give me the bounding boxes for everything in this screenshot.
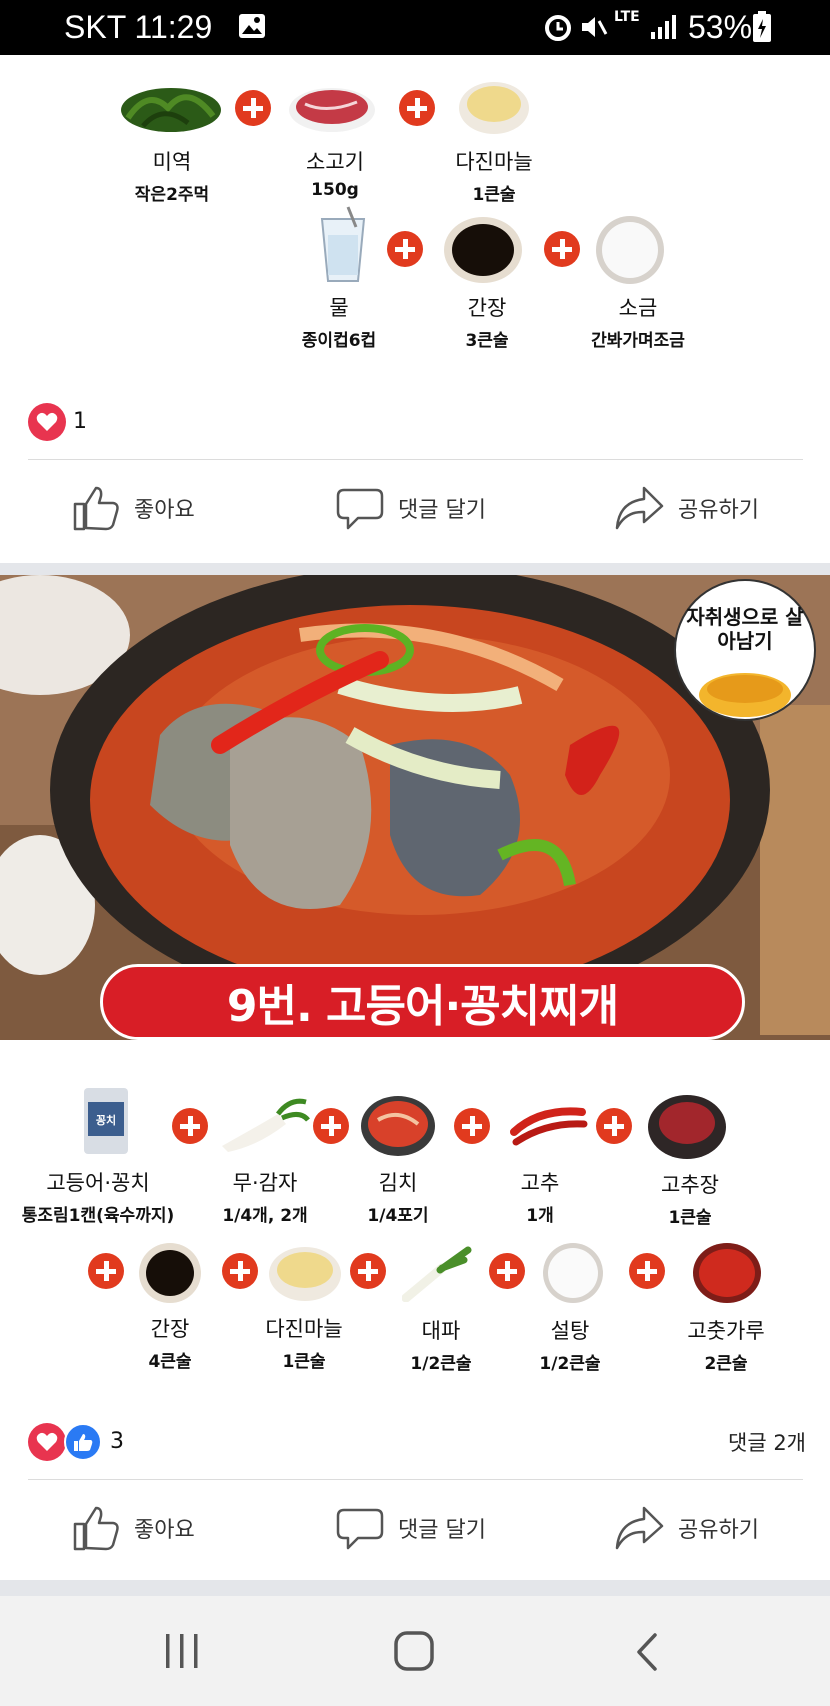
salt-image	[596, 216, 664, 284]
battery-percent: 53%	[688, 9, 753, 45]
divider	[28, 1479, 803, 1480]
ingredient-name: 소고기	[306, 150, 364, 174]
seaweed-image	[121, 88, 221, 132]
ingredient-amount: 작은2주먹	[134, 185, 210, 205]
soy-sauce-image	[139, 1243, 201, 1303]
reaction-count[interactable]: 3	[110, 1429, 124, 1454]
plus-icon	[350, 1253, 386, 1289]
garlic-bowl-image	[459, 82, 529, 134]
back-icon[interactable]	[633, 1632, 661, 1672]
water-glass-image	[320, 206, 366, 282]
beef-image	[289, 88, 375, 132]
plus-icon	[544, 231, 580, 267]
comment-icon	[336, 1508, 384, 1550]
stew-photo[interactable]: 자취생으로 살아남기 9번. 고등어·꽁치찌개	[0, 575, 830, 1040]
ingredient-salt: 소금간봐가며조금	[548, 292, 728, 351]
plus-icon	[629, 1253, 665, 1289]
love-reaction-icon[interactable]	[28, 403, 66, 441]
ingredient-name: 다진마늘	[455, 150, 533, 174]
ingredient-amount: 2큰술	[704, 1354, 748, 1374]
battery-icon	[753, 11, 771, 42]
comment-button[interactable]: 댓글 달기	[336, 478, 486, 538]
plus-icon	[235, 90, 271, 126]
ingredient-sugar: 설탕 1/2큰술	[480, 1315, 660, 1374]
love-reaction-icon[interactable]	[28, 1423, 66, 1461]
mute-icon	[582, 17, 608, 37]
ingredient-canned-fish: 고등어·꽁치통조림1캔(육수까지)	[0, 1167, 198, 1226]
network-type: LTE	[614, 9, 640, 25]
ingredient-gochujang: 고추장 1큰술	[600, 1169, 780, 1228]
status-bar: SKT 11:29 LTE 53%	[0, 0, 830, 55]
comment-label: 댓글 달기	[398, 498, 486, 523]
green-onion-image	[402, 1246, 472, 1302]
like-button[interactable]: 좋아요	[72, 1498, 195, 1558]
chili-pepper-image	[510, 1107, 588, 1146]
recent-apps-icon[interactable]	[162, 1632, 202, 1670]
ingredient-amount: 1큰술	[472, 185, 516, 205]
sugar-image	[543, 1243, 603, 1303]
radish-image	[222, 1098, 310, 1152]
chili-powder-image	[693, 1243, 761, 1303]
thumbs-up-icon	[73, 486, 119, 531]
ingredient-chili-powder: 고춧가루 2큰술	[636, 1315, 816, 1374]
comment-label: 댓글 달기	[398, 1518, 486, 1543]
plus-icon	[596, 1108, 632, 1144]
alarm-icon	[545, 15, 571, 41]
ingredient-name: 설탕	[550, 1319, 590, 1343]
like-button[interactable]: 좋아요	[72, 478, 195, 538]
plus-icon	[88, 1253, 124, 1289]
soy-sauce-image	[444, 217, 522, 283]
thumbs-up-icon	[73, 1506, 119, 1551]
ingredient-amount: 150g	[311, 180, 359, 200]
comment-count[interactable]: 댓글 2개	[690, 1427, 806, 1457]
ingredient-seaweed: 미역작은2주먹	[82, 146, 262, 205]
plus-icon	[172, 1108, 208, 1144]
ingredient-name: 고등어·꽁치	[46, 1171, 150, 1195]
reaction-count[interactable]: 1	[73, 409, 87, 434]
divider	[28, 459, 803, 460]
plus-icon	[489, 1253, 525, 1289]
ingredient-garlic: 다진마늘 1큰술	[404, 146, 584, 205]
gochujang-image	[648, 1095, 726, 1159]
share-button[interactable]: 공유하기	[614, 478, 759, 538]
ingredient-amount: 1/2큰술	[539, 1354, 601, 1374]
like-reaction-icon[interactable]	[64, 1423, 102, 1461]
ingredient-amount: 간봐가며조금	[591, 331, 685, 351]
ingredient-name: 미역	[152, 150, 192, 174]
signal-icon	[651, 15, 676, 39]
home-icon[interactable]	[393, 1630, 435, 1672]
share-icon	[615, 486, 664, 530]
comment-icon	[336, 488, 384, 530]
plus-icon	[313, 1108, 349, 1144]
plus-icon	[387, 231, 423, 267]
share-label: 공유하기	[678, 498, 759, 523]
ingredient-beef: 소고기 150g	[245, 146, 425, 200]
ingredient-amount: 1큰술	[668, 1208, 712, 1228]
ingredient-name: 고춧가루	[687, 1319, 765, 1343]
share-label: 공유하기	[678, 1518, 759, 1543]
comment-button[interactable]: 댓글 달기	[336, 1498, 486, 1558]
like-label: 좋아요	[134, 498, 195, 523]
carrier-time: SKT 11:29	[64, 9, 213, 45]
recipe-title-banner: 9번. 고등어·꽁치찌개	[100, 964, 745, 1040]
share-icon	[615, 1506, 664, 1550]
plus-icon	[399, 90, 435, 126]
garlic-bowl-image	[269, 1247, 341, 1301]
gallery-notification-icon	[239, 14, 265, 38]
share-button[interactable]: 공유하기	[614, 1498, 759, 1558]
post-separator	[0, 1580, 830, 1596]
ingredient-amount: 통조림1캔(육수까지)	[21, 1206, 175, 1226]
ingredient-name: 고추장	[661, 1173, 719, 1197]
like-label: 좋아요	[134, 1518, 195, 1543]
plus-icon	[222, 1253, 258, 1289]
navigation-bar	[0, 1596, 830, 1706]
plus-icon	[454, 1108, 490, 1144]
post-separator	[0, 563, 830, 575]
can-label: 꽁치	[95, 1114, 117, 1127]
ingredient-name: 소금	[618, 296, 658, 320]
badge-text: 자취생으로 살아남기	[686, 605, 804, 653]
kimchi-image	[361, 1096, 435, 1156]
